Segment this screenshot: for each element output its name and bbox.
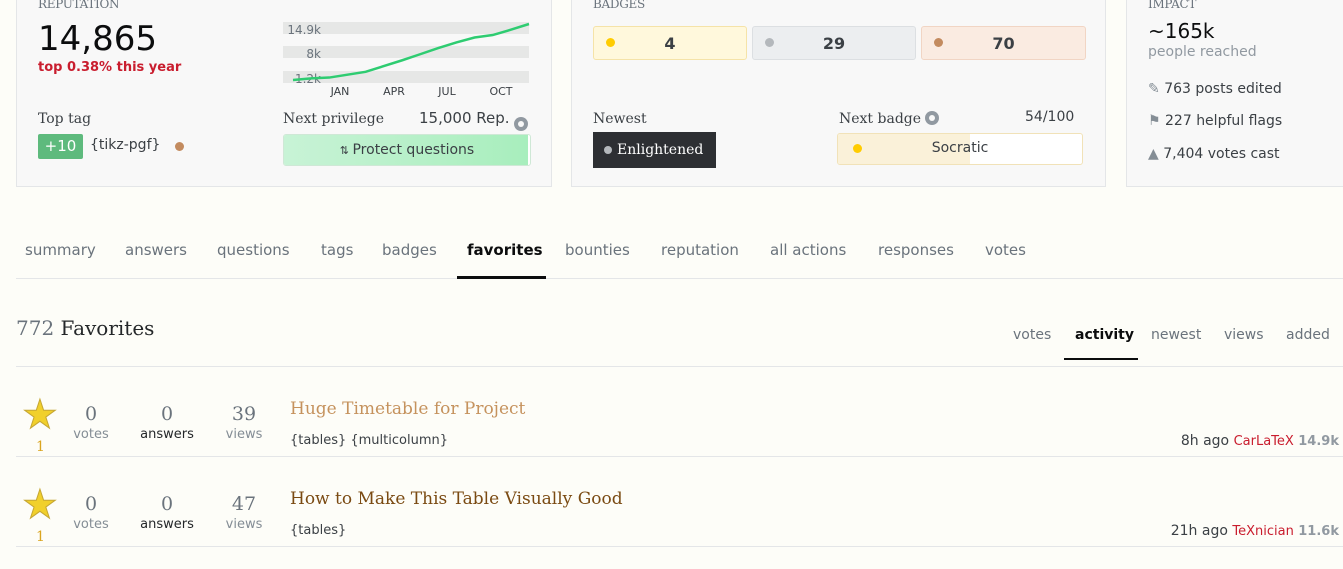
user-link[interactable]: TeXnician (1232, 524, 1293, 539)
graph-y-label: 8k (306, 47, 321, 61)
active-tab-underline (457, 276, 546, 279)
favorite-question-row: ★ 1 0 votes 0 answers 39 views Huge Timetab… (16, 367, 1343, 457)
tab-badges[interactable]: badges (382, 241, 437, 259)
privilege-name: Protect questions (352, 142, 475, 158)
favorite-star-icon[interactable]: ★ (22, 485, 59, 526)
gold-badges[interactable]: 4 (593, 26, 747, 60)
silver-badge-icon (604, 146, 612, 154)
question-title[interactable]: How to Make This Table Visually Good (290, 489, 623, 509)
top-tag-label: Top tag (38, 111, 92, 127)
votes-cast: ▲ 7,404 votes cast (1148, 146, 1280, 162)
favorite-count: 1 (36, 529, 45, 545)
tag-link[interactable]: {tables} (290, 523, 346, 538)
silver-count: 29 (822, 34, 846, 53)
question-tags: {tables} (290, 523, 346, 538)
top-tag-score: +10 (38, 134, 83, 159)
next-badge-name: Socratic (931, 140, 989, 156)
sort-views[interactable]: views (1224, 327, 1264, 343)
question-meta: 21h ago TeXnician 11.6k (1171, 523, 1339, 539)
posts-edited: ✎ 763 posts edited (1148, 81, 1282, 97)
favorite-count: 1 (36, 439, 45, 455)
newest-badge[interactable]: Enlightened (593, 132, 716, 168)
votes-stat: 0 votes (73, 493, 109, 532)
graph-x-label: JUL (437, 85, 456, 98)
tab-summary[interactable]: summary (25, 241, 96, 259)
sort-activity[interactable]: activity (1075, 327, 1134, 343)
activity-time: 8h ago (1180, 433, 1230, 449)
answers-stat: 0 answers (140, 493, 194, 532)
reputation-caption: REPUTATION (38, 0, 120, 11)
sort-votes[interactable]: votes (1013, 327, 1051, 343)
user-reputation: 14.9k (1298, 434, 1339, 449)
user-reputation: 11.6k (1298, 524, 1339, 539)
tab-responses[interactable]: responses (878, 241, 954, 259)
reputation-card: REPUTATION 14,865 top 0.38% this year 14… (16, 0, 552, 187)
tab-tags[interactable]: tags (321, 241, 353, 259)
pencil-icon: ✎ (1148, 81, 1160, 97)
tag-link[interactable]: {multicolumn} (350, 433, 448, 448)
triangle-up-icon: ▲ (1148, 146, 1159, 162)
user-link[interactable]: CarLaTeX (1234, 434, 1294, 449)
question-meta: 8h ago CarLaTeX 14.9k (1181, 433, 1339, 449)
graph-y-label: 14.9k (287, 23, 321, 37)
graph-x-label: OCT (489, 85, 512, 98)
sort-newest[interactable]: newest (1151, 327, 1201, 343)
sort-added[interactable]: added (1286, 327, 1330, 343)
people-reached: ~165k (1148, 19, 1215, 43)
badges-card: BADGES 4 29 70 Newest Enlightened Next b… (571, 0, 1106, 187)
question-tags: {tables} {multicolumn} (290, 433, 448, 448)
tab-bounties[interactable]: bounties (565, 241, 630, 259)
tab-reputation[interactable]: reputation (661, 241, 739, 259)
bronze-badges[interactable]: 70 (921, 26, 1086, 60)
next-privilege-label: Next privilege (283, 111, 385, 127)
badges-caption: BADGES (593, 0, 645, 11)
bronze-count: 70 (992, 34, 1015, 53)
tab-questions[interactable]: questions (217, 241, 290, 259)
helpful-flags: ⚑ 227 helpful flags (1148, 113, 1283, 129)
views-stat: 47 views (225, 493, 263, 532)
activity-time: 21h ago (1170, 523, 1228, 539)
graph-x-label: JAN (330, 85, 350, 98)
privilege-progress[interactable]: ⇅ Protect questions (283, 134, 531, 166)
gear-icon[interactable] (514, 117, 528, 131)
reputation-graph: 14.9k8k1.2kJAN APR JUL OCT (283, 22, 530, 98)
favorite-star-icon[interactable]: ★ (22, 395, 59, 436)
people-reached-label: people reached (1148, 44, 1257, 60)
answers-stat: 0 answers (140, 403, 194, 442)
newest-label: Newest (593, 111, 647, 127)
tag-link[interactable]: {tables} (290, 433, 350, 448)
favorites-heading: 772 Favorites (16, 316, 155, 340)
next-badge-label: Next badge (839, 111, 940, 127)
tab-answers[interactable]: answers (125, 241, 187, 259)
impact-card: IMPACT ~165k people reached ✎ 763 posts … (1126, 0, 1343, 187)
next-badge-progress[interactable]: Socratic (837, 133, 1083, 165)
graph-x-label: APR (383, 85, 405, 98)
tab-all-actions[interactable]: all actions (770, 241, 846, 259)
active-sort-underline (1064, 358, 1138, 360)
tab-favorites[interactable]: favorites (467, 241, 543, 259)
gear-icon[interactable] (925, 111, 940, 125)
bronze-badge-icon (175, 142, 184, 151)
votes-stat: 0 votes (73, 403, 109, 442)
silver-badges[interactable]: 29 (752, 26, 916, 60)
newest-badge-name: Enlightened (617, 142, 704, 158)
tab-votes[interactable]: votes (985, 241, 1026, 259)
question-title[interactable]: Huge Timetable for Project (290, 399, 525, 419)
reputation-value: 14,865 (38, 19, 157, 59)
flag-icon: ⚑ (1148, 113, 1161, 129)
gold-count: 4 (664, 34, 676, 53)
reputation-rank: top 0.38% this year (38, 60, 182, 75)
top-tag[interactable]: {tikz-pgf} (90, 137, 160, 153)
impact-caption: IMPACT (1148, 0, 1197, 11)
views-stat: 39 views (225, 403, 263, 442)
favorite-question-row: ★ 1 0 votes 0 answers 47 views How to Make … (16, 457, 1343, 547)
tabs-divider (16, 278, 1343, 279)
next-badge-progress-text: 54/100 (1025, 109, 1075, 125)
next-privilege-rep: 15,000 Rep. (419, 109, 510, 127)
privilege-arrows-icon: ⇅ (339, 144, 353, 157)
